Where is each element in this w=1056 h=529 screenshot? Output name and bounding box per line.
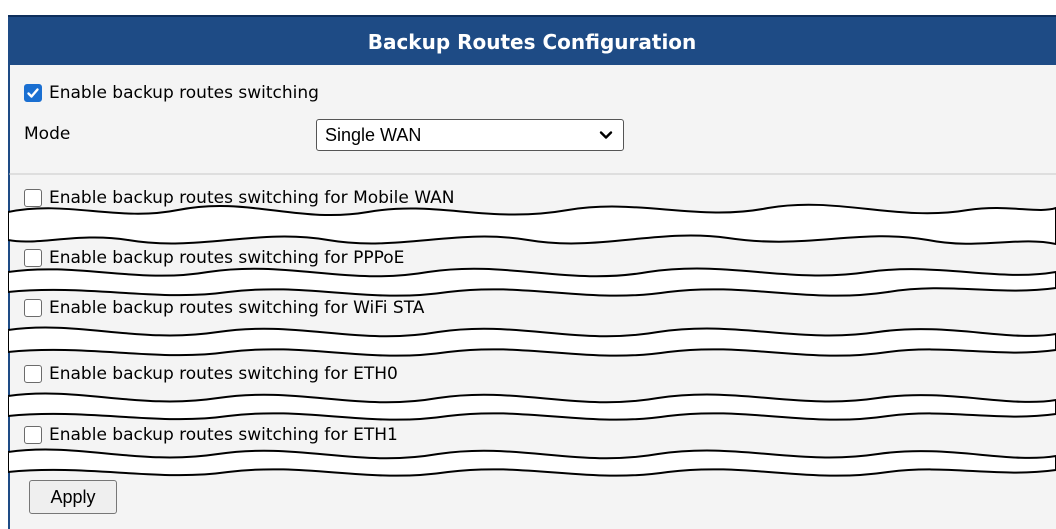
wifi-sta-checkbox[interactable] (24, 299, 42, 317)
mobile-wan-label: Enable backup routes switching for Mobil… (49, 188, 455, 208)
eth0-checkbox[interactable] (24, 365, 42, 383)
checkmark-icon (27, 88, 39, 98)
wifi-sta-row[interactable]: Enable backup routes switching for WiFi … (24, 298, 424, 318)
chevron-down-icon (599, 131, 613, 139)
eth0-label: Enable backup routes switching for ETH0 (49, 364, 398, 384)
enable-backup-routes-row[interactable]: Enable backup routes switching (24, 83, 319, 103)
eth0-row[interactable]: Enable backup routes switching for ETH0 (24, 364, 398, 384)
mobile-wan-checkbox[interactable] (24, 189, 42, 207)
pppoe-row[interactable]: Enable backup routes switching for PPPoE (24, 248, 404, 268)
enable-backup-routes-label: Enable backup routes switching (49, 83, 319, 103)
enable-backup-routes-checkbox[interactable] (24, 84, 42, 102)
apply-button[interactable]: Apply (29, 480, 117, 514)
pppoe-label: Enable backup routes switching for PPPoE (49, 248, 405, 268)
wifi-sta-label: Enable backup routes switching for WiFi … (49, 298, 425, 318)
mode-select-value: Single WAN (325, 124, 422, 145)
eth1-label: Enable backup routes switching for ETH1 (49, 425, 398, 445)
eth1-checkbox[interactable] (24, 426, 42, 444)
pppoe-checkbox[interactable] (24, 249, 42, 267)
mode-select[interactable]: Single WAN (316, 119, 624, 151)
mode-label: Mode (24, 124, 71, 144)
eth1-row[interactable]: Enable backup routes switching for ETH1 (24, 425, 398, 445)
mobile-wan-row[interactable]: Enable backup routes switching for Mobil… (24, 188, 454, 208)
